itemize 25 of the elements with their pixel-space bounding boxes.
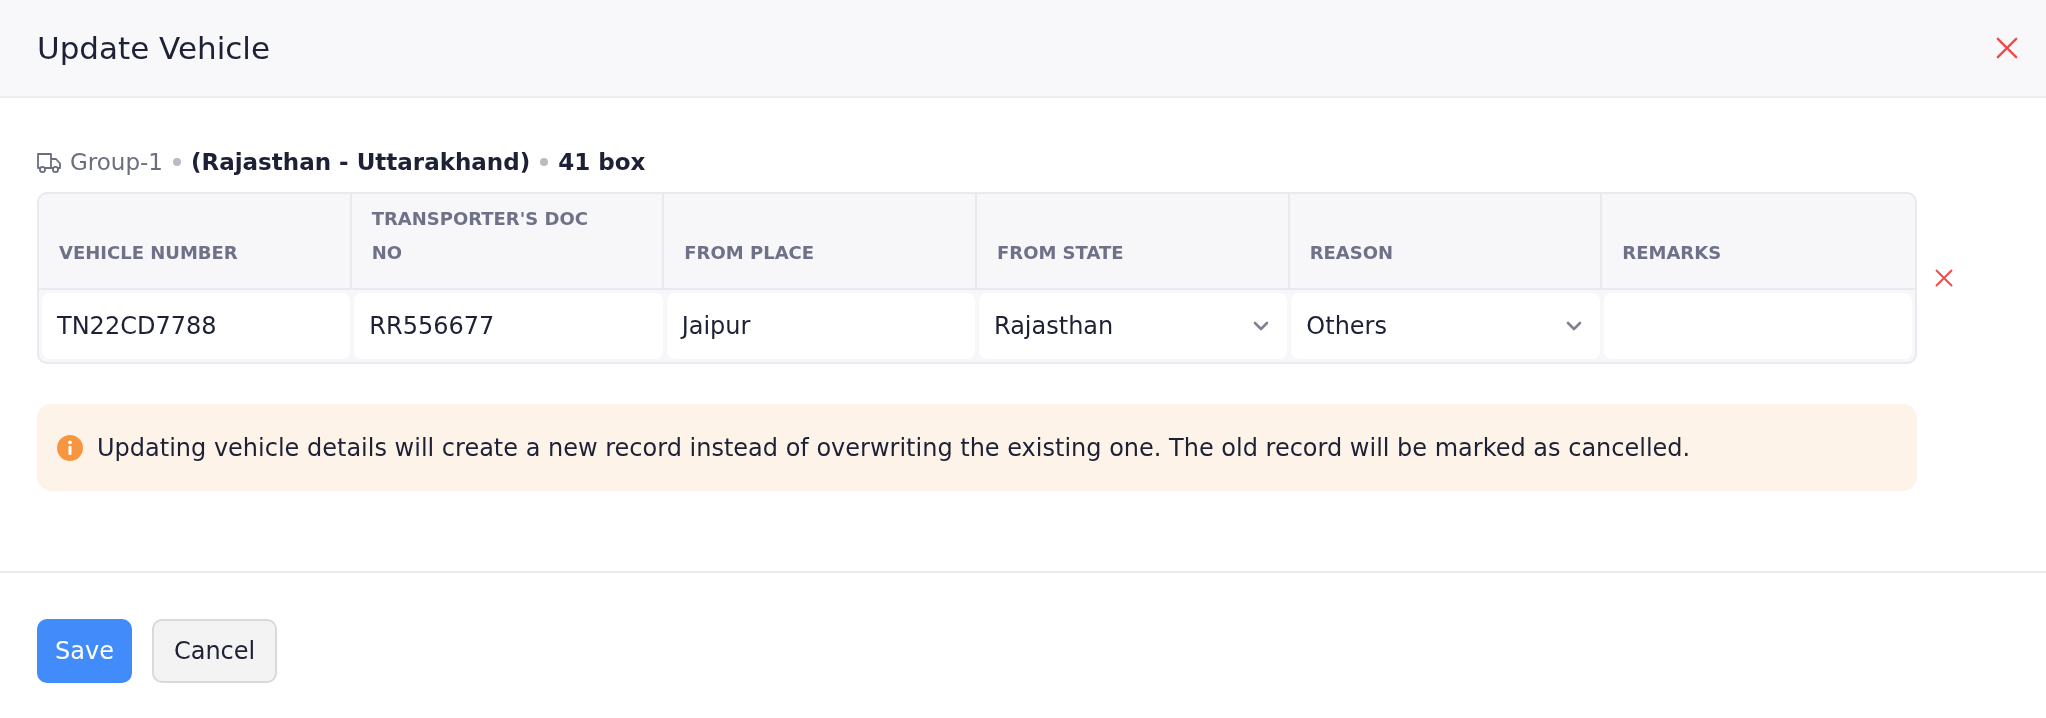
route-text: (Rajasthan - Uttarakhand): [190, 148, 531, 177]
column-header: FROM STATE: [977, 194, 1290, 288]
text-field[interactable]: Jaipur: [666, 293, 975, 359]
truck-icon: [37, 151, 61, 173]
column-header: FROM PLACE: [664, 194, 977, 288]
close-icon[interactable]: [1996, 37, 2018, 59]
column-header: REASON: [1289, 194, 1603, 288]
quantity-text: 41 box: [558, 148, 646, 177]
dot-icon: [540, 158, 549, 166]
dialog-title: Update Vehicle: [37, 29, 270, 68]
text-field[interactable]: TN22CD7788: [42, 293, 351, 359]
info-icon: [57, 434, 83, 461]
notice-text: Updating vehicle details will create a new record instead of overwriting the existing one. The old record will be marked as cancelled.: [97, 433, 1691, 462]
cross-icon[interactable]: [1935, 269, 1953, 287]
chevron-icon: [1565, 321, 1582, 331]
column-header: REMARKS: [1621, 241, 1723, 265]
dot-icon: [172, 158, 181, 166]
dropdown-field[interactable]: Rajasthan: [979, 293, 1288, 359]
cancel-button[interactable]: Cancel: [151, 619, 278, 683]
text-field[interactable]: RR556677: [354, 293, 663, 359]
column-header: VEHICLE NUMBER: [39, 194, 352, 288]
group-name: Group-1: [70, 148, 163, 177]
dropdown-field[interactable]: Others: [1291, 293, 1600, 359]
chevron-icon: [1253, 321, 1270, 331]
column-header: TRANSPORTER'S DOC NO: [351, 194, 665, 288]
